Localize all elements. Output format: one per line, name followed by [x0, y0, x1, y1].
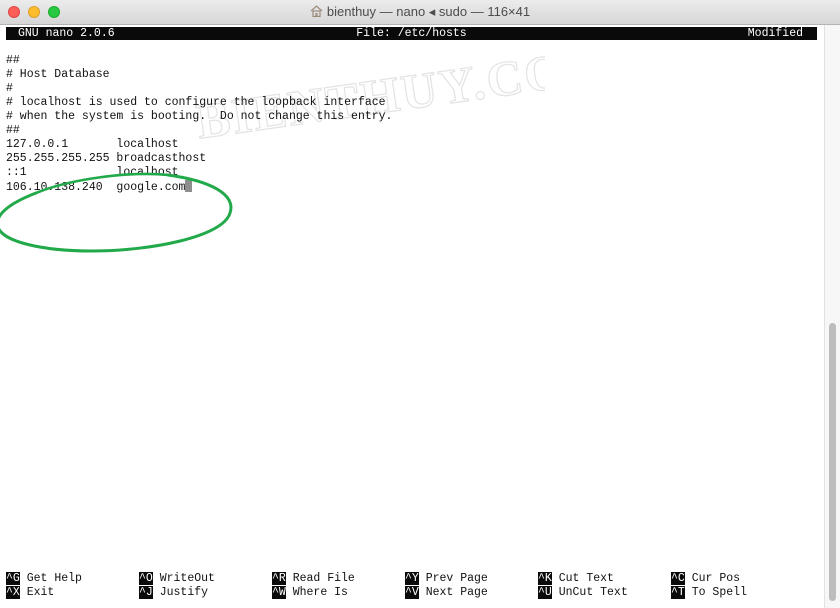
shortcut-cut-text[interactable]: ^K Cut Text: [538, 572, 614, 586]
shortcut-where-is[interactable]: ^W Where Is: [272, 586, 348, 600]
nano-status: Modified: [747, 27, 803, 40]
nano-file-name: File: /etc/hosts: [356, 27, 467, 40]
file-line: # localhost is used to configure the loo…: [6, 96, 386, 109]
file-line-text: 106.10.138.240 google.com: [6, 181, 186, 194]
scrollbar-thumb[interactable]: [829, 323, 836, 601]
shortcut-prev-page[interactable]: ^Y Prev Page: [405, 572, 488, 586]
file-line: # Host Database: [6, 68, 110, 81]
file-line: #: [6, 82, 13, 95]
nano-header-bar: GNU nano 2.0.6 File: /etc/hosts Modified: [6, 27, 817, 40]
title-bar: bienthuy — nano ◂ sudo — 116×41: [0, 0, 840, 25]
shortcut-to-spell[interactable]: ^T To Spell: [671, 586, 747, 600]
text-cursor: [185, 180, 193, 192]
shortcut-next-page[interactable]: ^V Next Page: [405, 586, 488, 600]
shortcut-cur-pos[interactable]: ^C Cur Pos: [671, 572, 740, 586]
shortcut-get-help[interactable]: ^G Get Help: [6, 572, 82, 586]
vertical-scrollbar[interactable]: [824, 25, 840, 608]
file-line: 127.0.0.1 localhost: [6, 138, 179, 151]
shortcut-uncut-text[interactable]: ^U UnCut Text: [538, 586, 628, 600]
shortcut-justify[interactable]: ^J Justify: [139, 586, 208, 600]
window-title-text: bienthuy — nano ◂ sudo — 116×41: [326, 4, 531, 19]
shortcut-writeout[interactable]: ^O WriteOut: [139, 572, 215, 586]
shortcut-read-file[interactable]: ^R Read File: [272, 572, 355, 586]
shortcut-exit[interactable]: ^X Exit: [6, 586, 54, 600]
file-line: ::1 localhost: [6, 166, 179, 179]
terminal-content[interactable]: GNU nano 2.0.6 File: /etc/hosts Modified…: [0, 25, 824, 608]
watermark-text: BIENTHUY.COM: [193, 37, 545, 149]
file-line: 255.255.255.255 broadcasthost: [6, 152, 207, 165]
file-line-current[interactable]: 106.10.138.240 google.com: [6, 180, 193, 194]
file-line: # when the system is booting. Do not cha…: [6, 110, 393, 123]
window-title: bienthuy — nano ◂ sudo — 116×41: [0, 4, 840, 20]
home-icon: [310, 5, 323, 17]
file-line: ##: [6, 54, 20, 67]
file-line: ##: [6, 124, 20, 137]
